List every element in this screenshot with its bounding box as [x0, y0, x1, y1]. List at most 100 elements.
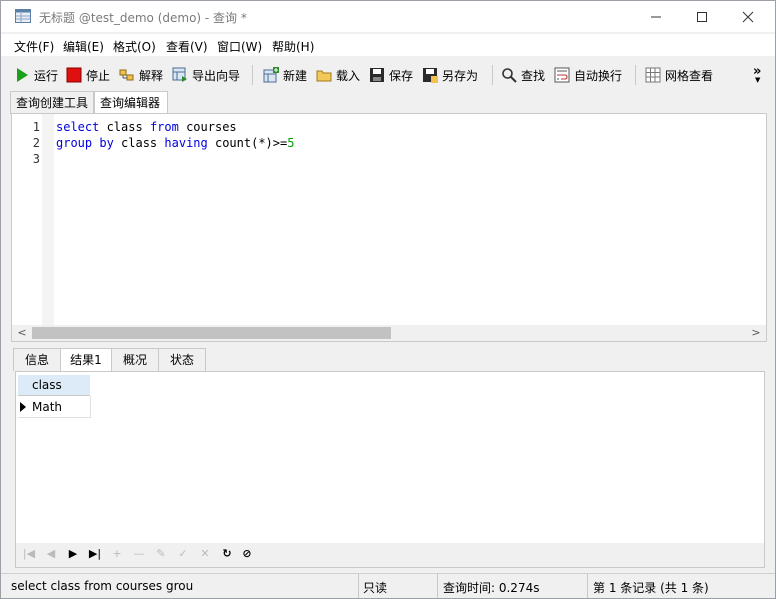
- status-separator: [358, 574, 359, 598]
- status-bar: select class from courses grou 只读 查询时间: …: [1, 573, 775, 598]
- apply-changes-icon[interactable]: ✓: [176, 547, 190, 561]
- fold-gutter: [42, 114, 54, 326]
- export-wizard-label: 导出向导: [192, 68, 241, 83]
- save-as-button[interactable]: 另存为: [422, 65, 478, 85]
- explain-icon: [119, 69, 134, 81]
- sql-text: courses: [178, 120, 237, 134]
- menu-help[interactable]: 帮助(H): [272, 38, 314, 55]
- menu-bar: 文件(F) 编辑(E) 格式(O) 查看(V) 窗口(W) 帮助(H): [1, 34, 775, 56]
- word-wrap-button[interactable]: 自动换行: [554, 65, 622, 85]
- tab-result-1[interactable]: 结果1: [60, 348, 112, 372]
- sql-text: class: [113, 136, 165, 150]
- tab-query-builder[interactable]: 查询创建工具: [10, 91, 94, 114]
- play-icon: [17, 68, 28, 82]
- find-button[interactable]: 查找: [501, 65, 545, 85]
- menu-window[interactable]: 窗口(W): [217, 38, 262, 55]
- menu-edit[interactable]: 编辑(E): [63, 38, 104, 55]
- find-label: 查找: [521, 68, 546, 83]
- explain-label: 解释: [139, 68, 164, 83]
- folder-icon: [316, 70, 332, 82]
- maximize-button[interactable]: [679, 1, 725, 32]
- tab-status[interactable]: 状态: [158, 348, 206, 371]
- editor-horizontal-scrollbar[interactable]: < >: [11, 325, 767, 342]
- line-number: 2: [32, 136, 40, 150]
- new-label: 新建: [283, 68, 308, 83]
- line-number: 3: [32, 152, 40, 166]
- stop-label: 停止: [86, 68, 111, 83]
- add-record-icon[interactable]: +: [110, 547, 124, 561]
- previous-record-icon[interactable]: ◀: [44, 547, 58, 561]
- export-icon: [172, 67, 187, 82]
- load-label: 载入: [336, 68, 361, 83]
- refresh-icon[interactable]: ↻: [220, 547, 234, 561]
- minimize-icon: [651, 16, 661, 17]
- delete-record-icon[interactable]: —: [132, 547, 146, 561]
- window-title: 无标题 @test_demo (demo) - 查询 *: [39, 11, 247, 25]
- menu-format[interactable]: 格式(O): [113, 38, 156, 55]
- sql-keyword: group: [56, 136, 93, 150]
- status-read-only: 只读: [363, 581, 388, 595]
- sql-text: class: [99, 120, 150, 134]
- toolbar-separator: [252, 65, 253, 85]
- record-navigator: |◀ ◀ ▶ ▶| + — ✎ ✓ ✕ ↻ ⊘: [15, 543, 765, 568]
- scrollbar-thumb[interactable]: [32, 327, 391, 339]
- minimize-button[interactable]: [633, 1, 679, 32]
- new-query-icon: [263, 67, 279, 83]
- line-number-gutter: 1 2 3: [12, 114, 42, 326]
- first-record-icon[interactable]: |◀: [22, 547, 36, 561]
- close-icon: [742, 11, 754, 22]
- status-query-time: 查询时间: 0.274s: [443, 581, 540, 595]
- maximize-icon: [697, 11, 707, 22]
- scroll-left-icon[interactable]: <: [14, 325, 30, 341]
- new-button[interactable]: 新建: [263, 65, 307, 85]
- export-wizard-button[interactable]: 导出向导: [172, 65, 240, 85]
- sql-keyword: select: [56, 120, 100, 134]
- toolbar: 运行 停止 解释 导出向导 新建 载入 保存 另存为 查找 自动换行 网格查看 …: [1, 59, 775, 89]
- table-cell[interactable]: Math: [32, 400, 62, 414]
- save-button[interactable]: 保存: [369, 65, 413, 85]
- status-separator: [587, 574, 588, 598]
- current-row-indicator-icon: [20, 402, 26, 412]
- tab-info[interactable]: 信息: [13, 348, 61, 371]
- last-record-icon[interactable]: ▶|: [88, 547, 102, 561]
- search-icon: [502, 68, 517, 83]
- table-row[interactable]: Math: [18, 396, 91, 418]
- sql-editor[interactable]: 1 2 3 select class from courses group by…: [11, 113, 767, 327]
- toolbar-overflow-dropdown[interactable]: ▼: [755, 76, 760, 84]
- toolbar-separator: [492, 65, 493, 85]
- explain-button[interactable]: 解释: [119, 65, 163, 85]
- line-number: 1: [32, 120, 40, 134]
- tab-query-editor[interactable]: 查询编辑器: [94, 91, 168, 114]
- status-sql-text: select class from courses grou: [11, 579, 194, 593]
- code-line-2: group by class having count(*)>=5: [56, 136, 294, 150]
- menu-view[interactable]: 查看(V): [166, 38, 208, 55]
- stop-button[interactable]: 停止: [66, 65, 110, 85]
- run-label: 运行: [34, 68, 59, 83]
- column-header-class[interactable]: class: [18, 375, 90, 396]
- grid-view-button[interactable]: 网格查看: [645, 65, 713, 85]
- result-grid-pane: class Math: [15, 371, 765, 545]
- save-as-icon: [423, 68, 438, 83]
- next-record-icon[interactable]: ▶: [66, 547, 80, 561]
- menu-file[interactable]: 文件(F): [14, 38, 54, 55]
- query-window: 无标题 @test_demo (demo) - 查询 * 文件(F) 编辑(E)…: [0, 0, 776, 599]
- sql-text: count(*)>=: [207, 136, 288, 150]
- column-header-label: class: [32, 378, 62, 392]
- triangle-down-icon: ▼: [755, 76, 761, 84]
- grid-icon: [645, 67, 661, 83]
- run-button[interactable]: 运行: [14, 65, 58, 85]
- sql-keyword: by: [99, 136, 114, 150]
- stop-icon: [66, 67, 82, 83]
- load-button[interactable]: 载入: [316, 65, 360, 85]
- tab-profile[interactable]: 概况: [111, 348, 159, 371]
- scroll-right-icon[interactable]: >: [748, 325, 764, 341]
- edit-record-icon[interactable]: ✎: [154, 547, 168, 561]
- discard-changes-icon[interactable]: ✕: [198, 547, 212, 561]
- close-button[interactable]: [725, 1, 771, 32]
- stop-query-icon[interactable]: ⊘: [240, 547, 254, 561]
- word-wrap-label: 自动换行: [574, 68, 623, 83]
- save-icon: [370, 68, 384, 82]
- grid-view-label: 网格查看: [665, 68, 714, 83]
- save-as-label: 另存为: [442, 68, 479, 83]
- sql-keyword: having: [164, 136, 208, 150]
